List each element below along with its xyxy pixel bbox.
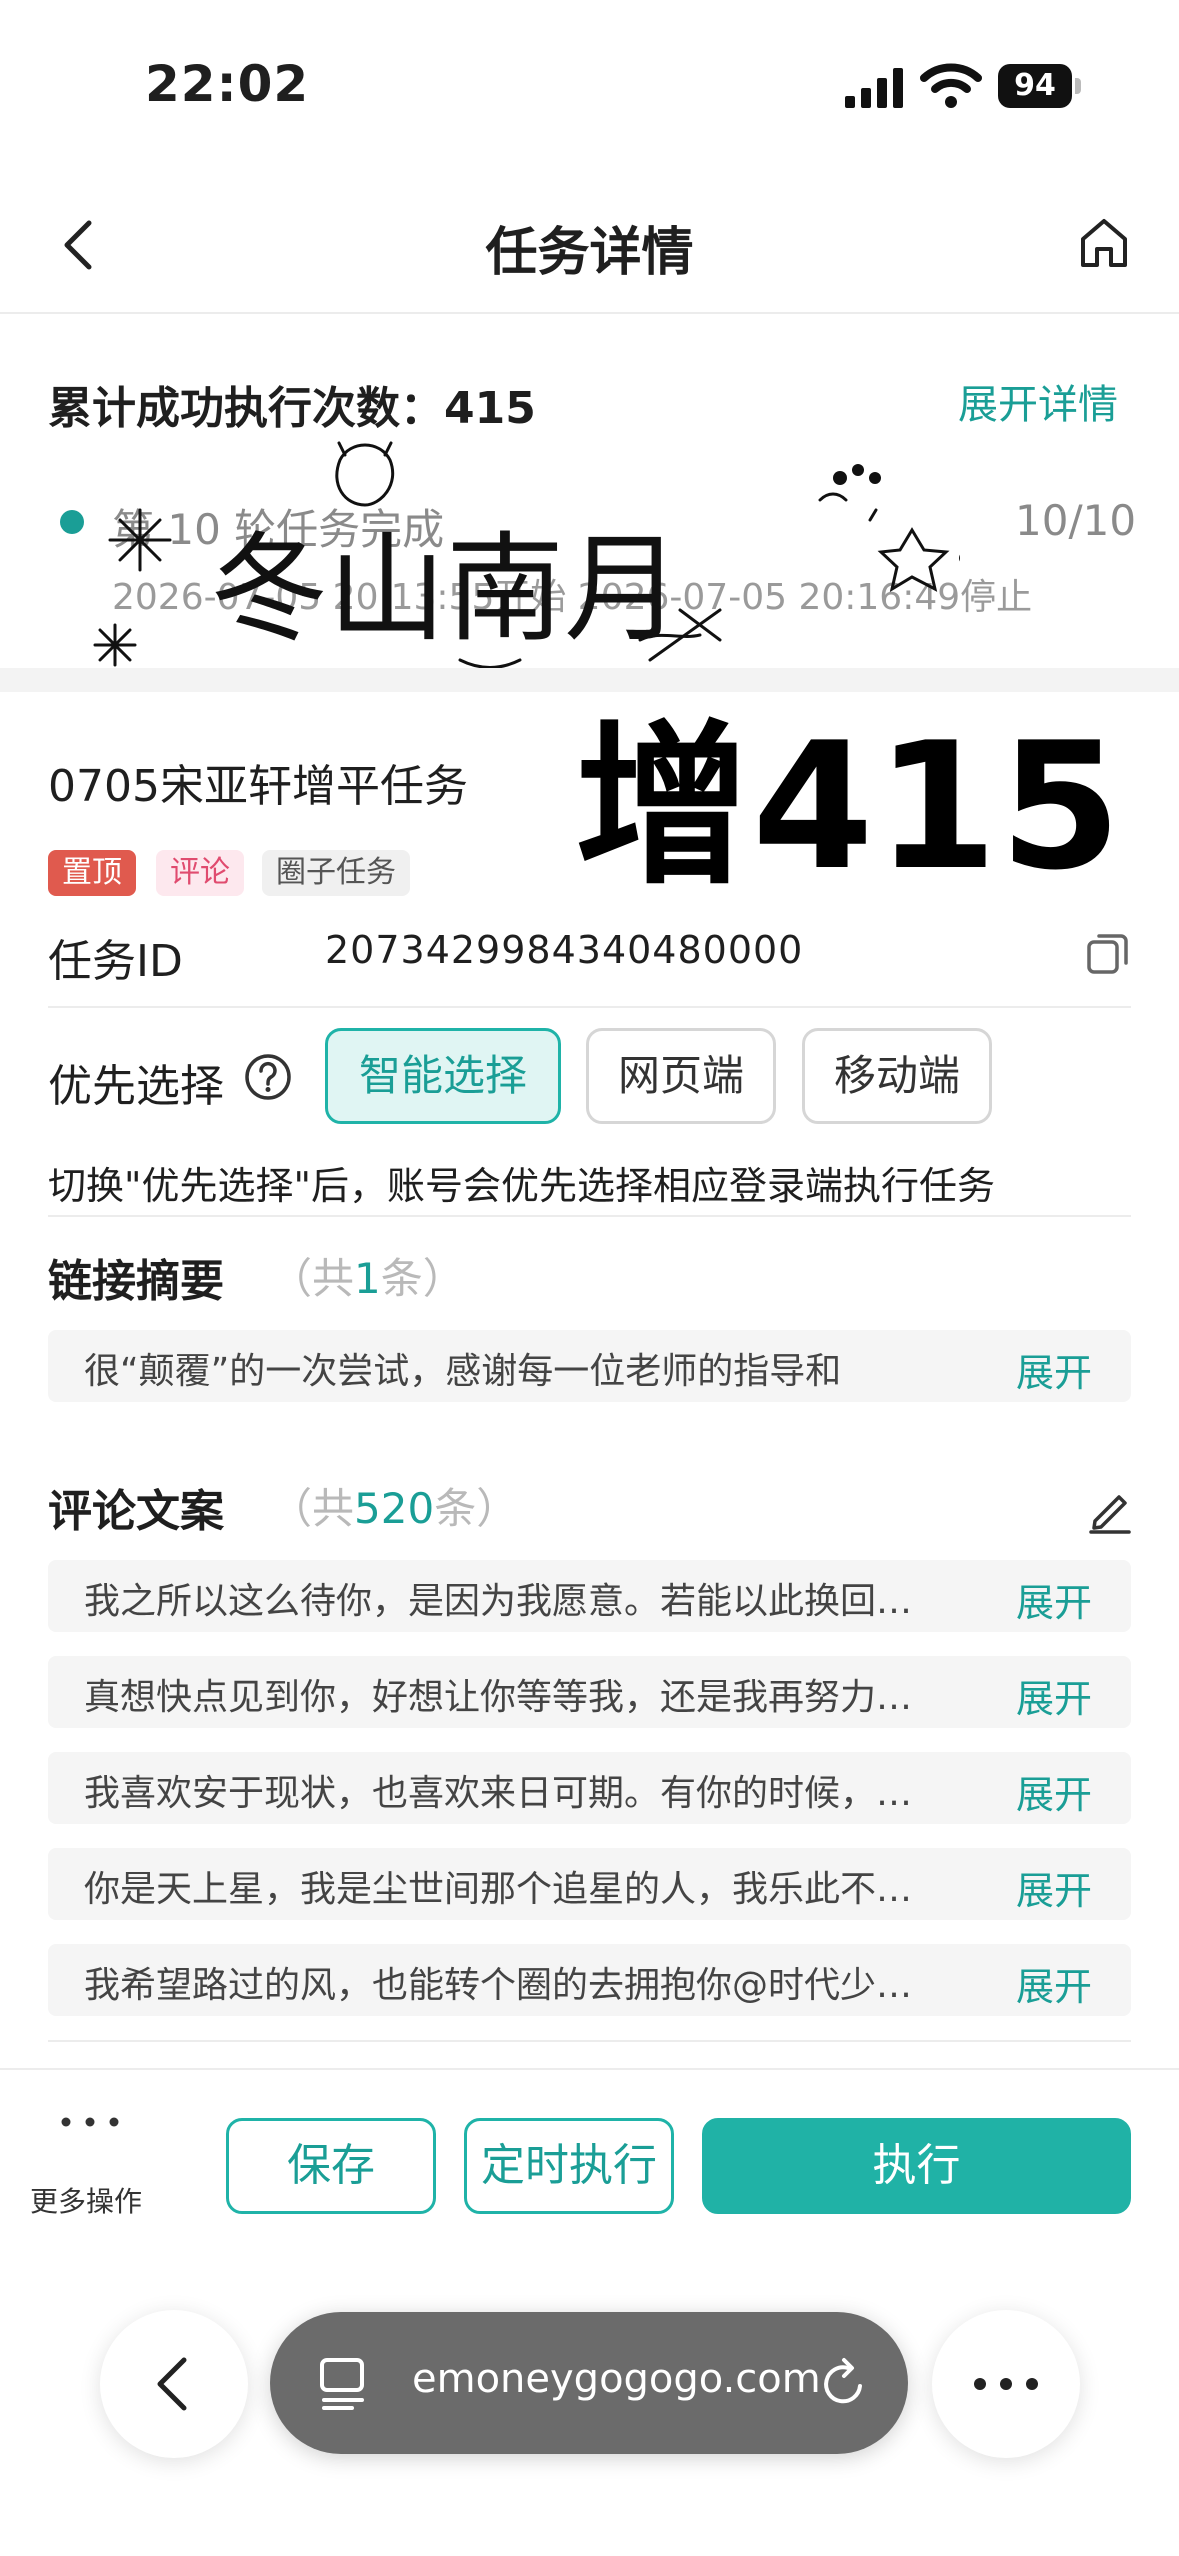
comment-text: 我之所以这么待你，是因为我愿意。若能以此换回… xyxy=(84,1581,913,1622)
reload-icon[interactable] xyxy=(818,2356,870,2412)
comment-row: 我希望路过的风，也能转个圈的去拥抱你@时代少… 展开 xyxy=(48,1944,1131,2016)
comment-text: 我喜欢安于现状，也喜欢来日可期。有你的时候，… xyxy=(84,1773,913,1814)
address-bar[interactable]: emoneygogogo.com xyxy=(270,2312,908,2454)
pref-web-button[interactable]: 网页端 xyxy=(586,1028,776,1124)
battery-level: 94 xyxy=(998,64,1072,108)
expand-button[interactable]: 展开 xyxy=(1016,1764,1092,1819)
save-button[interactable]: 保存 xyxy=(226,2118,436,2214)
preference-label: 优先选择 xyxy=(48,1061,224,1112)
url-text: emoneygogogo.com xyxy=(412,2356,821,2402)
comment-count: （共520条） xyxy=(270,1484,519,1533)
tab-list-icon[interactable] xyxy=(318,2356,368,2412)
schedule-button[interactable]: 定时执行 xyxy=(464,2118,674,2214)
expand-button[interactable]: 展开 xyxy=(1016,1572,1092,1627)
more-dots-icon xyxy=(974,2378,1038,2390)
task-name: 0705宋亚轩增平任务 xyxy=(48,761,468,812)
wifi-icon xyxy=(920,63,982,108)
expand-button[interactable]: 展开 xyxy=(1016,1668,1092,1723)
browser-back-button[interactable] xyxy=(100,2310,248,2458)
handwritten-watermark: 冬山南月 xyxy=(93,441,960,669)
expand-button[interactable]: 展开 xyxy=(1016,1860,1092,1915)
comment-row: 你是天上星，我是尘世间那个追星的人，我乐此不… 展开 xyxy=(48,1848,1131,1920)
round-count: 10/10 xyxy=(1015,496,1137,545)
more-actions-label[interactable]: 更多操作 xyxy=(30,2180,142,2220)
link-summary-title: 链接摘要 xyxy=(48,1256,224,1307)
execute-button[interactable]: 执行 xyxy=(702,2118,1131,2214)
battery-icon: 94 xyxy=(998,64,1086,108)
comment-row: 我喜欢安于现状，也喜欢来日可期。有你的时候，… 展开 xyxy=(48,1752,1131,1824)
pref-mobile-button[interactable]: 移动端 xyxy=(802,1028,992,1124)
section-gap xyxy=(0,668,1179,692)
home-icon[interactable] xyxy=(1078,215,1130,271)
link-text: 很“颠覆”的一次尝试，感谢每一位老师的指导和 xyxy=(84,1351,842,1392)
edit-pencil-icon[interactable] xyxy=(1085,1485,1135,1535)
divider xyxy=(48,2040,1131,2042)
preference-hint: 切换"优先选择"后，账号会优先选择相应登录端执行任务 xyxy=(48,1164,995,1208)
tag-comment: 评论 xyxy=(156,850,244,896)
status-time: 22:02 xyxy=(145,55,310,113)
comment-row: 我之所以这么待你，是因为我愿意。若能以此换回… 展开 xyxy=(48,1560,1131,1632)
task-id-label: 任务ID xyxy=(48,936,183,987)
comment-row: 真想快点见到你，好想让你等等我，还是我再努力… 展开 xyxy=(48,1656,1131,1728)
expand-button[interactable]: 展开 xyxy=(1016,1956,1092,2011)
divider xyxy=(48,1215,1131,1217)
comment-copy-title: 评论文案 xyxy=(48,1486,224,1537)
bottom-bar-divider xyxy=(0,2068,1179,2070)
overlay-caption: 增415 xyxy=(575,706,1124,909)
tag-circle-task: 圈子任务 xyxy=(262,850,410,896)
divider xyxy=(48,1006,1131,1008)
comment-text: 我希望路过的风，也能转个圈的去拥抱你@时代少… xyxy=(84,1965,913,2006)
expand-detail-link[interactable]: 展开详情 xyxy=(958,372,1118,430)
comment-text: 你是天上星，我是尘世间那个追星的人，我乐此不… xyxy=(84,1869,913,1910)
watermark-text: 冬山南月 xyxy=(210,520,682,658)
task-id-value: 2073429984340480000 xyxy=(325,928,804,972)
page-title: 任务详情 xyxy=(485,223,694,283)
cellular-signal-icon xyxy=(845,68,903,108)
link-count: （共1条） xyxy=(270,1254,465,1303)
expand-button[interactable]: 展开 xyxy=(1016,1342,1092,1397)
back-arrow-icon xyxy=(157,2357,187,2411)
copy-icon[interactable] xyxy=(1085,930,1131,976)
pref-smart-button[interactable]: 智能选择 xyxy=(325,1028,561,1124)
more-dots-icon[interactable] xyxy=(58,2112,122,2132)
link-row: 很“颠覆”的一次尝试，感谢每一位老师的指导和 展开 xyxy=(48,1330,1131,1402)
comment-text: 真想快点见到你，好想让你等等我，还是我再努力… xyxy=(84,1677,913,1718)
tag-pinned: 置顶 xyxy=(48,850,136,896)
nav-divider xyxy=(0,312,1179,314)
help-question-icon[interactable] xyxy=(243,1052,293,1102)
browser-more-button[interactable] xyxy=(932,2310,1080,2458)
success-count-label: 累计成功执行次数：415 xyxy=(48,383,536,434)
